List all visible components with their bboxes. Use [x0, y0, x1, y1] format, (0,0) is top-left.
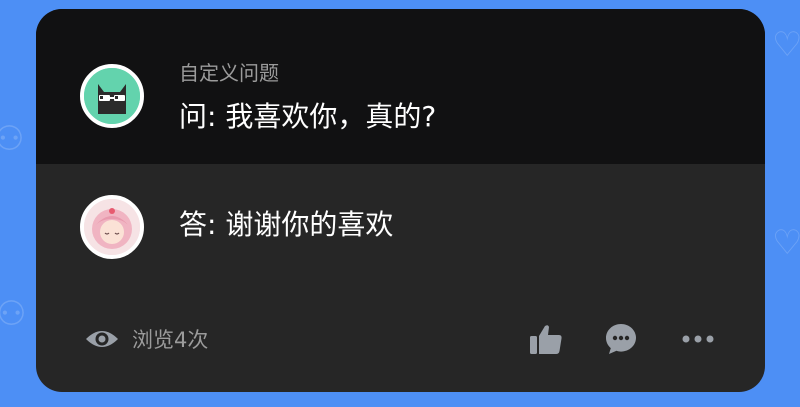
more-options-button[interactable]	[678, 319, 718, 359]
question-section: 自定义问题 问: 我喜欢你，真的?	[36, 9, 765, 164]
eye-icon	[86, 331, 118, 347]
question-text: 问: 我喜欢你，真的?	[179, 100, 437, 133]
like-button[interactable]	[526, 319, 566, 359]
thumbs-up-icon	[530, 325, 562, 354]
more-icon	[682, 335, 714, 343]
asker-avatar[interactable]	[80, 64, 144, 128]
anime-girl-avatar-icon	[84, 199, 140, 255]
background-decoration: ⚇	[0, 119, 25, 159]
view-count-label: 浏览4次	[132, 328, 209, 352]
background-decoration: ♡	[772, 25, 800, 65]
view-count: 浏览4次	[84, 319, 208, 359]
background-decoration: ♡	[772, 223, 800, 263]
comment-icon	[606, 324, 636, 354]
comment-button[interactable]	[601, 319, 641, 359]
cat-avatar-icon	[84, 68, 140, 124]
answerer-avatar[interactable]	[80, 195, 144, 259]
question-type-label: 自定义问题	[179, 61, 279, 85]
background-decoration: ⚇	[0, 294, 27, 334]
answer-text: 答: 谢谢你的喜欢	[179, 208, 394, 241]
qa-card: 自定义问题 问: 我喜欢你，真的? 答: 谢谢你的喜欢 浏览4次	[36, 9, 765, 392]
